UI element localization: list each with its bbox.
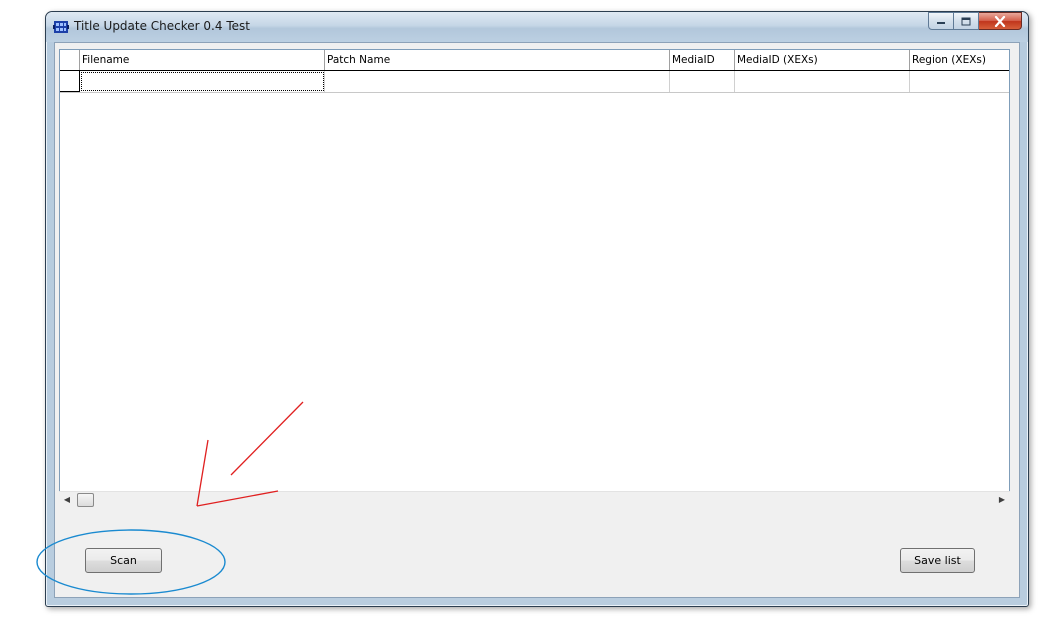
caption-buttons (928, 12, 1022, 30)
column-header-region-xexs[interactable]: Region (XEXs) (910, 50, 1009, 70)
scroll-left-arrow-icon[interactable]: ◀ (59, 492, 75, 507)
client-area: Filename Patch Name MediaID MediaID (XEX… (54, 42, 1020, 598)
close-icon (994, 15, 1006, 27)
maximize-button[interactable] (954, 12, 979, 30)
window-title: Title Update Checker 0.4 Test (74, 19, 250, 33)
scan-button[interactable]: Scan (85, 548, 162, 573)
column-header-mediaid[interactable]: MediaID (670, 50, 735, 70)
table-row[interactable] (60, 71, 1009, 93)
horizontal-scrollbar[interactable]: ◀ ▶ (59, 491, 1010, 507)
grid-header: Filename Patch Name MediaID MediaID (XEX… (60, 50, 1009, 71)
app-icon (53, 21, 69, 33)
table-cell-region-xexs[interactable] (910, 71, 1009, 92)
minimize-button[interactable] (928, 12, 954, 30)
scroll-thumb[interactable] (77, 493, 94, 507)
column-header-patch-name[interactable]: Patch Name (325, 50, 670, 70)
table-cell-filename[interactable] (80, 71, 325, 92)
close-button[interactable] (979, 12, 1022, 30)
table-cell-mediaid[interactable] (670, 71, 735, 92)
row-selector[interactable] (60, 71, 80, 92)
column-header-filename[interactable]: Filename (80, 50, 325, 70)
title-bar[interactable]: Title Update Checker 0.4 Test (46, 12, 1028, 42)
app-window: Title Update Checker 0.4 Test Filename P… (45, 11, 1029, 607)
column-header-mediaid-xexs[interactable]: MediaID (XEXs) (735, 50, 910, 70)
scroll-right-arrow-icon[interactable]: ▶ (994, 492, 1010, 507)
results-grid[interactable]: Filename Patch Name MediaID MediaID (XEX… (59, 49, 1010, 507)
table-cell-patch-name[interactable] (325, 71, 670, 92)
maximize-icon (961, 17, 971, 25)
minimize-icon (937, 22, 945, 24)
save-list-button[interactable]: Save list (900, 548, 975, 573)
table-cell-mediaid-xexs[interactable] (735, 71, 910, 92)
grid-corner-cell[interactable] (60, 50, 80, 70)
